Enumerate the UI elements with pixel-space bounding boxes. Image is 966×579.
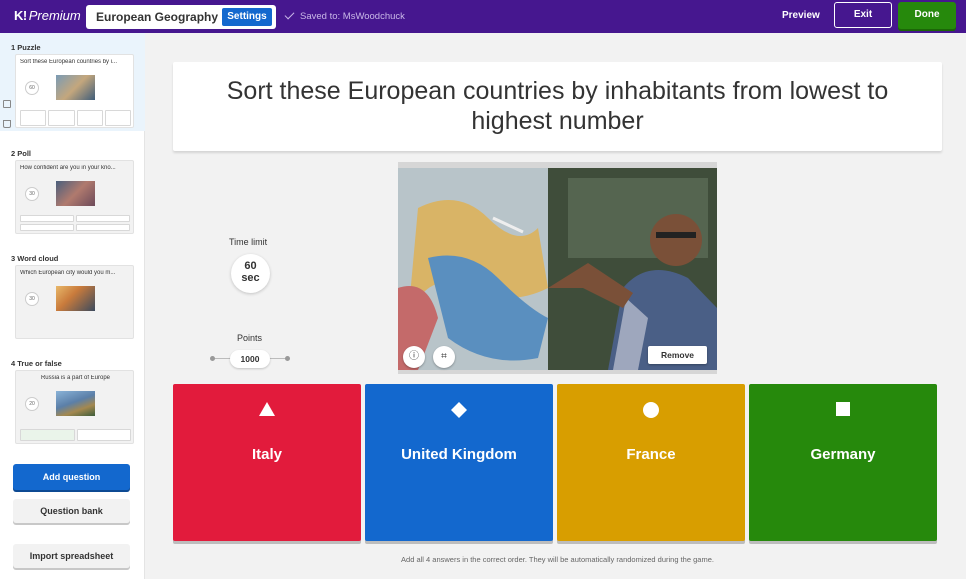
slide-item-2[interactable]: 2 Poll How confident are you in your kno… bbox=[0, 143, 145, 241]
slide-item-1[interactable]: 1 Puzzle Sort these European countries b… bbox=[0, 33, 145, 131]
slide-answers-preview bbox=[20, 110, 131, 126]
points-value[interactable]: 1000 bbox=[230, 350, 270, 368]
slide-timer: 30 bbox=[25, 187, 39, 201]
points-label: Points bbox=[237, 333, 263, 343]
slide-thumbnail[interactable]: Which European city would you m... 30 bbox=[15, 265, 134, 339]
delete-icon[interactable] bbox=[3, 120, 11, 128]
square-icon bbox=[836, 402, 850, 416]
answer-label: United Kingdom bbox=[401, 446, 517, 463]
remove-image-button[interactable]: Remove bbox=[648, 346, 707, 364]
kahoot-premium-logo[interactable]: K! Premium bbox=[14, 8, 81, 23]
slide-thumbnail[interactable]: How confident are you in your kno... 30 bbox=[15, 160, 134, 234]
slide-question-preview: Which European city would you m... bbox=[20, 270, 116, 276]
slide-label: 4 True or false bbox=[11, 359, 62, 368]
preview-button[interactable]: Preview bbox=[782, 10, 820, 21]
slide-image-thumbnail bbox=[56, 75, 95, 100]
add-question-button[interactable]: Add question bbox=[13, 464, 130, 490]
triangle-icon bbox=[259, 402, 275, 416]
question-image[interactable] bbox=[398, 168, 717, 370]
answers-hint: Add all 4 answers in the correct order. … bbox=[401, 555, 714, 564]
slide-timer: 60 bbox=[25, 81, 39, 95]
slide-question-preview: How confident are you in your kno... bbox=[20, 165, 116, 171]
settings-button[interactable]: Settings bbox=[222, 8, 272, 26]
logo-mark: K! bbox=[14, 8, 27, 23]
slide-answers-preview bbox=[20, 429, 131, 441]
diamond-icon bbox=[451, 402, 467, 418]
logo-text: Premium bbox=[28, 8, 81, 23]
top-bar: K! Premium European Geography Settings Sa… bbox=[0, 0, 966, 33]
answer-1[interactable]: Italy bbox=[173, 384, 361, 541]
slide-image-thumbnail bbox=[56, 286, 95, 311]
time-limit-unit: sec bbox=[241, 272, 260, 284]
done-button[interactable]: Done bbox=[898, 2, 956, 29]
answer-3[interactable]: France bbox=[557, 384, 745, 541]
media-area: ⓘ ⌗ bbox=[398, 162, 717, 374]
slide-question-preview: Sort these European countries by i... bbox=[20, 59, 118, 65]
slide-item-3[interactable]: 3 Word cloud Which European city would y… bbox=[0, 248, 145, 346]
answer-4[interactable]: Germany bbox=[749, 384, 937, 541]
slide-label: 1 Puzzle bbox=[11, 43, 41, 52]
answer-label: Germany bbox=[810, 446, 876, 463]
slide-thumbnail[interactable]: Russia is a part of Europe 20 bbox=[15, 370, 134, 444]
slide-item-4[interactable]: 4 True or false Russia is a part of Euro… bbox=[0, 353, 145, 451]
question-text: Sort these European countries by inhabit… bbox=[226, 77, 889, 135]
slide-answers-preview bbox=[20, 215, 131, 231]
duplicate-icon[interactable] bbox=[3, 100, 11, 108]
question-bank-button[interactable]: Question bank bbox=[13, 499, 130, 523]
slide-thumbnail[interactable]: Sort these European countries by i... 60 bbox=[15, 54, 134, 128]
crop-icon[interactable]: ⌗ bbox=[433, 346, 455, 368]
slide-timer: 20 bbox=[25, 397, 39, 411]
answer-2[interactable]: United Kingdom bbox=[365, 384, 553, 541]
slide-label: 2 Poll bbox=[11, 149, 32, 158]
points-slider-stop[interactable] bbox=[210, 356, 215, 361]
saved-text: Saved to: MsWoodchuck bbox=[300, 11, 405, 22]
teacher-at-map-image bbox=[398, 168, 717, 370]
time-limit-selector[interactable]: 60 sec bbox=[231, 254, 270, 293]
kahoot-title-field[interactable]: European Geography Settings bbox=[86, 5, 276, 29]
answer-label: Italy bbox=[251, 446, 282, 463]
time-limit-value: 60 bbox=[244, 260, 257, 272]
saved-status: Saved to: MsWoodchuck bbox=[284, 9, 405, 22]
slide-timer: 30 bbox=[25, 292, 39, 306]
slide-question-preview: Russia is a part of Europe bbox=[40, 375, 111, 381]
slide-image-thumbnail bbox=[56, 181, 95, 206]
check-icon bbox=[284, 9, 295, 20]
slide-sidebar: 1 Puzzle Sort these European countries b… bbox=[0, 33, 145, 579]
slide-label: 3 Word cloud bbox=[11, 254, 59, 263]
points-slider-stop[interactable] bbox=[285, 356, 290, 361]
info-icon[interactable]: ⓘ bbox=[403, 346, 425, 368]
exit-button[interactable]: Exit bbox=[834, 2, 892, 28]
kahoot-title: European Geography bbox=[96, 10, 219, 24]
import-spreadsheet-button[interactable]: Import spreadsheet bbox=[13, 544, 130, 568]
slide-image-thumbnail bbox=[56, 391, 95, 416]
question-title-field[interactable]: Sort these European countries by inhabit… bbox=[173, 62, 942, 151]
answer-label: France bbox=[626, 446, 676, 463]
circle-icon bbox=[643, 402, 659, 418]
time-limit-label: Time limit bbox=[229, 237, 268, 247]
